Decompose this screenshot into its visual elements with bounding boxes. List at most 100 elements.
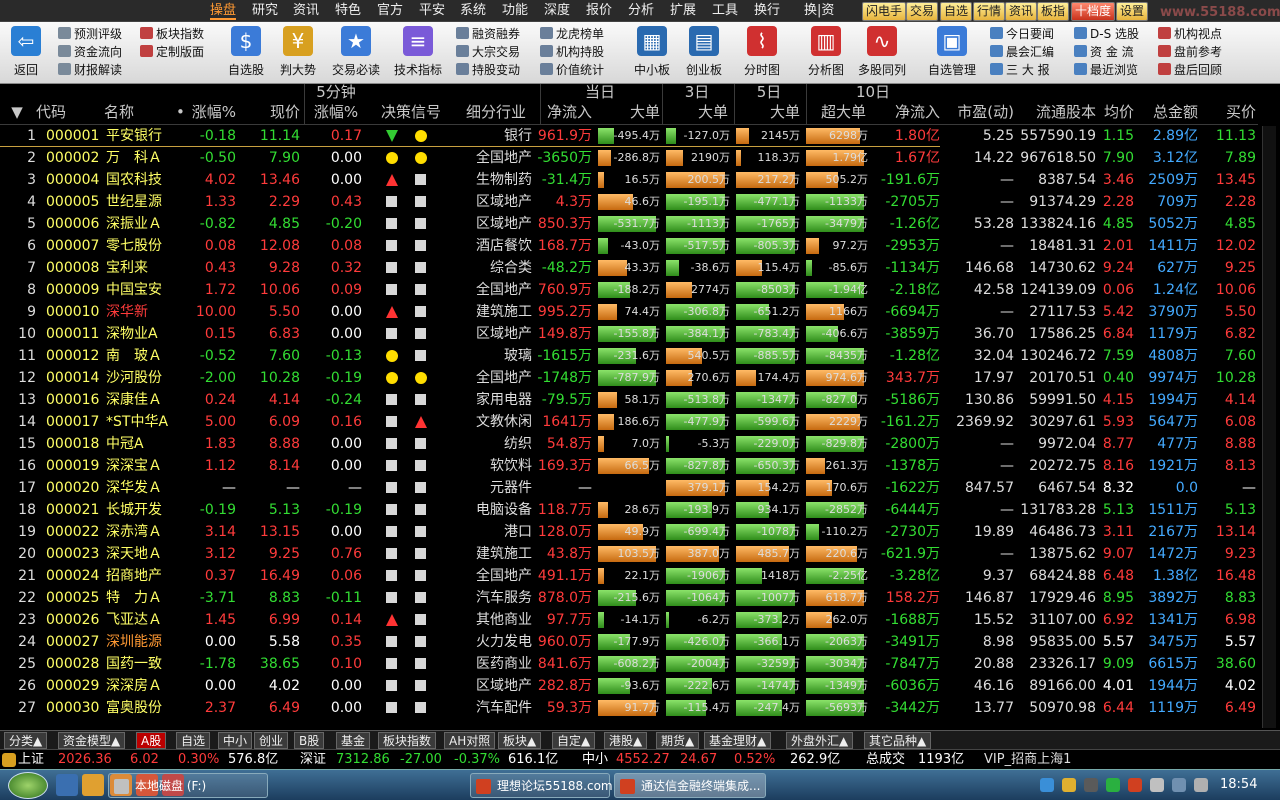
- toolbar-link[interactable]: 财报解读: [58, 62, 122, 79]
- table-row[interactable]: 22 000025 特 力Ａ -3.71 8.83 -0.11 汽车服务 878.0万 -215…: [0, 587, 1258, 609]
- toolbar-link[interactable]: D-S 选股: [1074, 26, 1139, 43]
- table-row[interactable]: 6 000007 零七股份 0.08 12.08 0.08 酒店餐饮 168.7万 -43.0万…: [0, 235, 1258, 257]
- market-tab[interactable]: 自选: [176, 732, 211, 749]
- table-row[interactable]: 5 000006 深振业Ａ -0.82 4.85 -0.20 区域地产 850.3万 -531.…: [0, 213, 1258, 235]
- tray-icon[interactable]: [1106, 778, 1120, 792]
- toolbar-button[interactable]: ★ 交易必读: [326, 26, 386, 82]
- market-tab[interactable]: 自定▲: [552, 732, 596, 749]
- market-tab[interactable]: 港股▲: [604, 732, 648, 749]
- market-tab[interactable]: 中小: [218, 732, 253, 749]
- table-row[interactable]: 21 000024 招商地产 0.37 16.49 0.06 全国地产 491.1万 22.1万…: [0, 565, 1258, 587]
- top-right-button[interactable]: 自选: [940, 2, 973, 21]
- column-header[interactable]: 大单: [736, 102, 800, 122]
- table-row[interactable]: 14 000017 *ST中华A 5.00 6.09 0.16 文教休闲 1641万 186.6…: [0, 411, 1258, 433]
- table-row[interactable]: 15 000018 中冠A 1.83 8.88 0.00 纺织 54.8万 7.0万 -5.3万 -…: [0, 433, 1258, 455]
- column-header[interactable]: ▼: [8, 102, 26, 122]
- market-tab[interactable]: 基金理财▲: [704, 732, 772, 749]
- table-row[interactable]: 23 000026 飞亚达Ａ 1.45 6.99 0.14 其他商业 97.7万 -14.1万 -…: [0, 609, 1258, 631]
- column-header[interactable]: 当日: [540, 82, 660, 102]
- toolbar-button[interactable]: ▥ 分析图: [796, 26, 856, 82]
- tray-icon[interactable]: [1172, 778, 1186, 792]
- table-row[interactable]: 19 000022 深赤湾Ａ 3.14 13.15 0.00 港口 128.0万 49.9万 -6…: [0, 521, 1258, 543]
- menu-item[interactable]: 换行: [754, 2, 780, 20]
- taskbar-task[interactable]: 理想论坛55188.com: [470, 773, 613, 798]
- taskbar-task[interactable]: 本地磁盘 (F:): [108, 773, 268, 798]
- table-row[interactable]: 7 000008 宝利来 0.43 9.28 0.32 综合类 -48.2万 43.3万 -38.…: [0, 257, 1258, 279]
- market-tab[interactable]: 基金: [336, 732, 371, 749]
- top-right-button[interactable]: 资讯: [1005, 2, 1038, 21]
- menu-item[interactable]: 扩展: [670, 2, 696, 20]
- menu-item[interactable]: 平安: [419, 2, 445, 20]
- toolbar-link[interactable]: 融资融券: [456, 26, 520, 43]
- table-row[interactable]: 25 000028 国药一致 -1.78 38.65 0.10 医药商业 841.6万 -608…: [0, 653, 1258, 675]
- market-tab[interactable]: 板块指数: [378, 732, 437, 749]
- toolbar-button[interactable]: ¥ 判大势: [268, 26, 328, 82]
- toolbar-button[interactable]: ▤ 创业板: [674, 26, 734, 82]
- column-header[interactable]: 名称: [104, 102, 164, 122]
- toolbar-link[interactable]: 持股变动: [456, 62, 520, 79]
- column-header[interactable]: 现价: [240, 102, 300, 122]
- toolbar-link[interactable]: 龙虎榜单: [540, 26, 604, 43]
- column-header[interactable]: 净流入: [870, 102, 940, 122]
- table-row[interactable]: 20 000023 深天地Ａ 3.12 9.25 0.76 建筑施工 43.8万 103.5万 3…: [0, 543, 1258, 565]
- name-sort-dot[interactable]: •: [176, 102, 185, 122]
- toolbar-button[interactable]: ⌇ 分时图: [732, 26, 792, 82]
- column-header[interactable]: 3日: [662, 82, 732, 102]
- column-header[interactable]: 代码: [36, 102, 96, 122]
- toolbar-button[interactable]: ∿ 多股同列: [852, 26, 912, 82]
- toolbar-button[interactable]: ▦ 中小板: [622, 26, 682, 82]
- tray-icon[interactable]: [1128, 778, 1142, 792]
- menu-item[interactable]: 深度: [544, 2, 570, 20]
- toolbar-link[interactable]: 盘前参考: [1158, 44, 1222, 61]
- menu-item[interactable]: 报价: [586, 2, 612, 20]
- toolbar-link[interactable]: 机构持股: [540, 44, 604, 61]
- top-right-button[interactable]: 行情: [973, 2, 1006, 21]
- toolbar-link[interactable]: 预测评级: [58, 26, 122, 43]
- top-right-button[interactable]: 交易: [906, 2, 939, 21]
- column-header[interactable]: 涨幅%: [186, 102, 236, 122]
- market-tab[interactable]: AH对照: [444, 732, 496, 749]
- table-row[interactable]: 12 000014 沙河股份 -2.00 10.28 -0.19 全国地产 -1748万 -78…: [0, 367, 1258, 389]
- table-row[interactable]: 27 000030 富奥股份 2.37 6.49 0.00 汽车配件 59.3万 91.7万 -1…: [0, 697, 1258, 719]
- table-row[interactable]: 4 000005 世纪星源 1.33 2.29 0.43 区域地产 4.3万 46.6万 -195…: [0, 191, 1258, 213]
- table-row[interactable]: 10 000011 深物业A 0.15 6.83 0.00 区域地产 149.8万 -155.8…: [0, 323, 1258, 345]
- table-row[interactable]: 9 000010 深华新 10.00 5.50 0.00 建筑施工 995.2万 74.4万 -3…: [0, 301, 1258, 323]
- column-header[interactable]: 涨幅%: [306, 102, 366, 122]
- market-tab[interactable]: 板块▲: [498, 732, 542, 749]
- table-row[interactable]: 17 000020 深华发Ａ — — — 元器件 —379.1万 154.2万 170.6万 -16…: [0, 477, 1258, 499]
- table-row[interactable]: 13 000016 深康佳Ａ 0.24 4.14 -0.24 家用电器 -79.5万 58.1万…: [0, 389, 1258, 411]
- tray-icon[interactable]: [1062, 778, 1076, 792]
- toolbar-link[interactable]: 机构视点: [1158, 26, 1222, 43]
- column-header[interactable]: 决策信号: [376, 102, 446, 122]
- toolbar-button[interactable]: ≡ 技术指标: [388, 26, 448, 82]
- column-header[interactable]: 总金额: [1136, 102, 1198, 122]
- tray-icon[interactable]: [1084, 778, 1098, 792]
- market-tab[interactable]: 创业: [254, 732, 289, 749]
- toolbar-link[interactable]: 晨会汇编: [990, 44, 1054, 61]
- column-header[interactable]: 5分钟: [306, 82, 366, 102]
- taskbar-task[interactable]: 通达信金融终端集成...: [614, 773, 766, 798]
- table-row[interactable]: 16 000019 深深宝Ａ 1.12 8.14 0.00 软饮料 169.3万 66.5万 -8…: [0, 455, 1258, 477]
- top-right-button[interactable]: 板指: [1037, 2, 1070, 21]
- table-row[interactable]: 18 000021 长城开发 -0.19 5.13 -0.19 电脑设备 118.7万 28.6…: [0, 499, 1258, 521]
- market-tab[interactable]: A股: [136, 732, 167, 749]
- column-header[interactable]: 买价: [1200, 102, 1256, 122]
- tray-icon[interactable]: [1040, 778, 1054, 792]
- toolbar-link[interactable]: 今日要闻: [990, 26, 1054, 43]
- table-row[interactable]: 8 000009 中国宝安 1.72 10.06 0.09 全国地产 760.9万 -188.2…: [0, 279, 1258, 301]
- top-right-button[interactable]: 十档度: [1071, 2, 1116, 21]
- column-header[interactable]: 大单: [664, 102, 728, 122]
- table-row[interactable]: 26 000029 深深房Ａ 0.00 4.02 0.00 区域地产 282.8万 -93.6万…: [0, 675, 1258, 697]
- toolbar-link[interactable]: 盘后回顾: [1158, 62, 1222, 79]
- toolbar-link[interactable]: 最近浏览: [1074, 62, 1138, 79]
- menu-item[interactable]: 官方: [377, 2, 403, 20]
- market-tab[interactable]: B股: [294, 732, 325, 749]
- table-row[interactable]: 3 000004 国农科技 4.02 13.46 0.00 生物制药 -31.4万 16.5万 2…: [0, 169, 1258, 191]
- back-button[interactable]: ⇦ 返回: [0, 26, 52, 82]
- tray-icon[interactable]: [1194, 778, 1208, 792]
- column-header[interactable]: 5日: [734, 82, 804, 102]
- column-header[interactable]: 大单: [600, 102, 660, 122]
- menu-item[interactable]: 资讯: [293, 2, 319, 20]
- menu-item[interactable]: 系统: [460, 2, 486, 20]
- toolbar-link[interactable]: 资金流向: [58, 44, 122, 61]
